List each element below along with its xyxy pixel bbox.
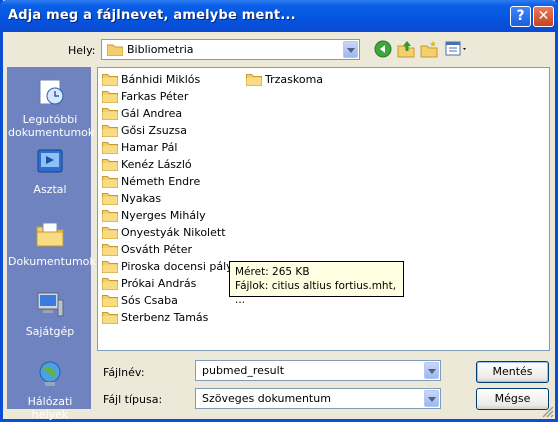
folder-list-item[interactable]: Bánhidi Miklós	[102, 71, 200, 87]
folder-list-item[interactable]: Nyakas	[102, 190, 161, 206]
save-button[interactable]: Mentés	[476, 361, 549, 383]
folder-name: Prókai András	[121, 276, 197, 290]
place-label: Dokumentumok	[8, 255, 96, 268]
question-mark-icon: ?	[516, 8, 525, 24]
cancel-button[interactable]: Mégse	[476, 388, 549, 410]
folder-name: Trzaskoma	[265, 72, 324, 86]
place-desktop[interactable]: Asztal	[8, 146, 92, 196]
new-folder-icon[interactable]	[420, 40, 438, 58]
folder-name: Osváth Péter	[121, 242, 193, 256]
folder-name: Németh Endre	[121, 174, 201, 188]
chevron-down-icon[interactable]	[343, 41, 358, 58]
chevron-down-icon[interactable]	[424, 390, 439, 407]
folder-icon	[102, 260, 118, 273]
folder-icon	[102, 141, 118, 154]
up-folder-icon[interactable]	[397, 40, 415, 58]
folder-name: Sterbenz Tamás	[121, 310, 209, 324]
folder-list-item[interactable]: Gősi Zsuzsa	[102, 122, 187, 138]
places-bar: Legutóbbi dokumentumok Asztal Dokumentum…	[7, 67, 96, 421]
folder-icon	[102, 175, 118, 188]
folder-icon	[102, 124, 118, 137]
recent-documents-icon	[39, 79, 64, 105]
folder-name: Farkas Péter	[121, 89, 189, 103]
tooltip-size: Méret: 265 KB	[235, 266, 310, 278]
place-label: Asztal	[33, 183, 67, 196]
folder-icon	[102, 90, 118, 103]
folder-name: Kenéz László	[121, 157, 192, 171]
folder-name: Onyestyák Nikolett	[121, 225, 226, 239]
close-icon: ✕	[537, 8, 550, 24]
folder-list-item[interactable]: Onyestyák Nikolett	[102, 224, 226, 240]
folder-icon	[102, 73, 118, 86]
title-bar[interactable]: Adja meg a fájlnevet, amelybe ment... ? …	[0, 0, 558, 32]
chevron-down-icon[interactable]	[424, 362, 439, 379]
folder-list-item[interactable]: Farkas Péter	[102, 88, 188, 104]
folder-icon	[102, 226, 118, 239]
network-places-icon	[39, 361, 61, 386]
folder-name: Sós Csaba	[121, 293, 178, 307]
folder-list-item[interactable]: Trzaskoma	[246, 71, 323, 87]
folder-name: Gál Andrea	[121, 106, 183, 120]
folder-icon	[102, 209, 118, 222]
folder-name: Bánhidi Miklós	[121, 72, 201, 86]
resize-grip-icon[interactable]	[542, 406, 554, 418]
location-combobox[interactable]: Bibliometria	[101, 39, 360, 60]
folder-list-item[interactable]: Hamar Pál	[102, 139, 177, 155]
location-label: Hely:	[68, 44, 96, 57]
folder-icon	[102, 192, 118, 205]
place-network-places[interactable]: Hálózati helyek	[8, 358, 92, 421]
filename-value: pubmed_result	[202, 364, 285, 377]
folder-list-item[interactable]: Nyerges Mihály	[102, 207, 206, 223]
folder-list-item[interactable]: Prókai András	[102, 275, 196, 291]
desktop-icon	[37, 149, 63, 173]
folder-icon	[102, 294, 118, 307]
filetype-label: Fájl típusa:	[103, 393, 163, 406]
place-recent-documents[interactable]: Legutóbbi dokumentumok	[8, 76, 95, 139]
location-value: Bibliometria	[127, 43, 194, 56]
filetype-select[interactable]: Szöveges dokumentum	[195, 388, 441, 409]
place-label: Hálózati helyek	[27, 395, 73, 421]
filename-input[interactable]: pubmed_result	[195, 360, 441, 381]
folder-icon	[102, 158, 118, 171]
place-my-computer[interactable]: Sajátgép	[8, 288, 92, 338]
filetype-value: Szöveges dokumentum	[202, 392, 331, 405]
place-label: Sajátgép	[25, 325, 75, 338]
filename-label: Fájlnév:	[103, 366, 145, 379]
file-tooltip: Méret: 265 KB Fájlok: citius altius fort…	[229, 261, 404, 306]
folder-icon	[107, 44, 123, 56]
folder-icon	[102, 311, 118, 324]
folder-icon	[246, 73, 262, 86]
close-button[interactable]: ✕	[533, 6, 554, 27]
folder-name: Hamar Pál	[121, 140, 178, 154]
folder-list-item[interactable]: Sós Csaba	[102, 292, 178, 308]
folder-name: Nyerges Mihály	[121, 208, 206, 222]
folder-name: Nyakas	[121, 191, 162, 205]
view-menu-icon[interactable]	[445, 40, 469, 58]
folder-list-item[interactable]: Kenéz László	[102, 156, 192, 172]
folder-icon	[102, 277, 118, 290]
folder-icon	[102, 107, 118, 120]
dialog-title: Adja meg a fájlnevet, amelybe ment...	[8, 8, 296, 23]
folder-list-item[interactable]: Németh Endre	[102, 173, 200, 189]
my-documents-icon	[36, 222, 64, 247]
file-list[interactable]: Bánhidi Miklós Farkas Péter Gál Andrea Gősi…	[97, 67, 550, 351]
place-label: Legutóbbi dokumentumok	[8, 113, 95, 139]
tooltip-files: Fájlok: citius altius fortius.mht, ...	[235, 280, 397, 306]
folder-list-item[interactable]: Osváth Péter	[102, 241, 192, 257]
folder-list-item[interactable]: Gál Andrea	[102, 105, 182, 121]
help-button[interactable]: ?	[510, 6, 531, 27]
folder-list-item[interactable]: Sterbenz Tamás	[102, 309, 208, 325]
place-my-documents[interactable]: Dokumentumok	[8, 218, 96, 268]
back-icon[interactable]	[374, 40, 392, 58]
folder-icon	[102, 243, 118, 256]
folder-name: Gősi Zsuzsa	[121, 123, 188, 137]
my-computer-icon	[37, 292, 64, 317]
